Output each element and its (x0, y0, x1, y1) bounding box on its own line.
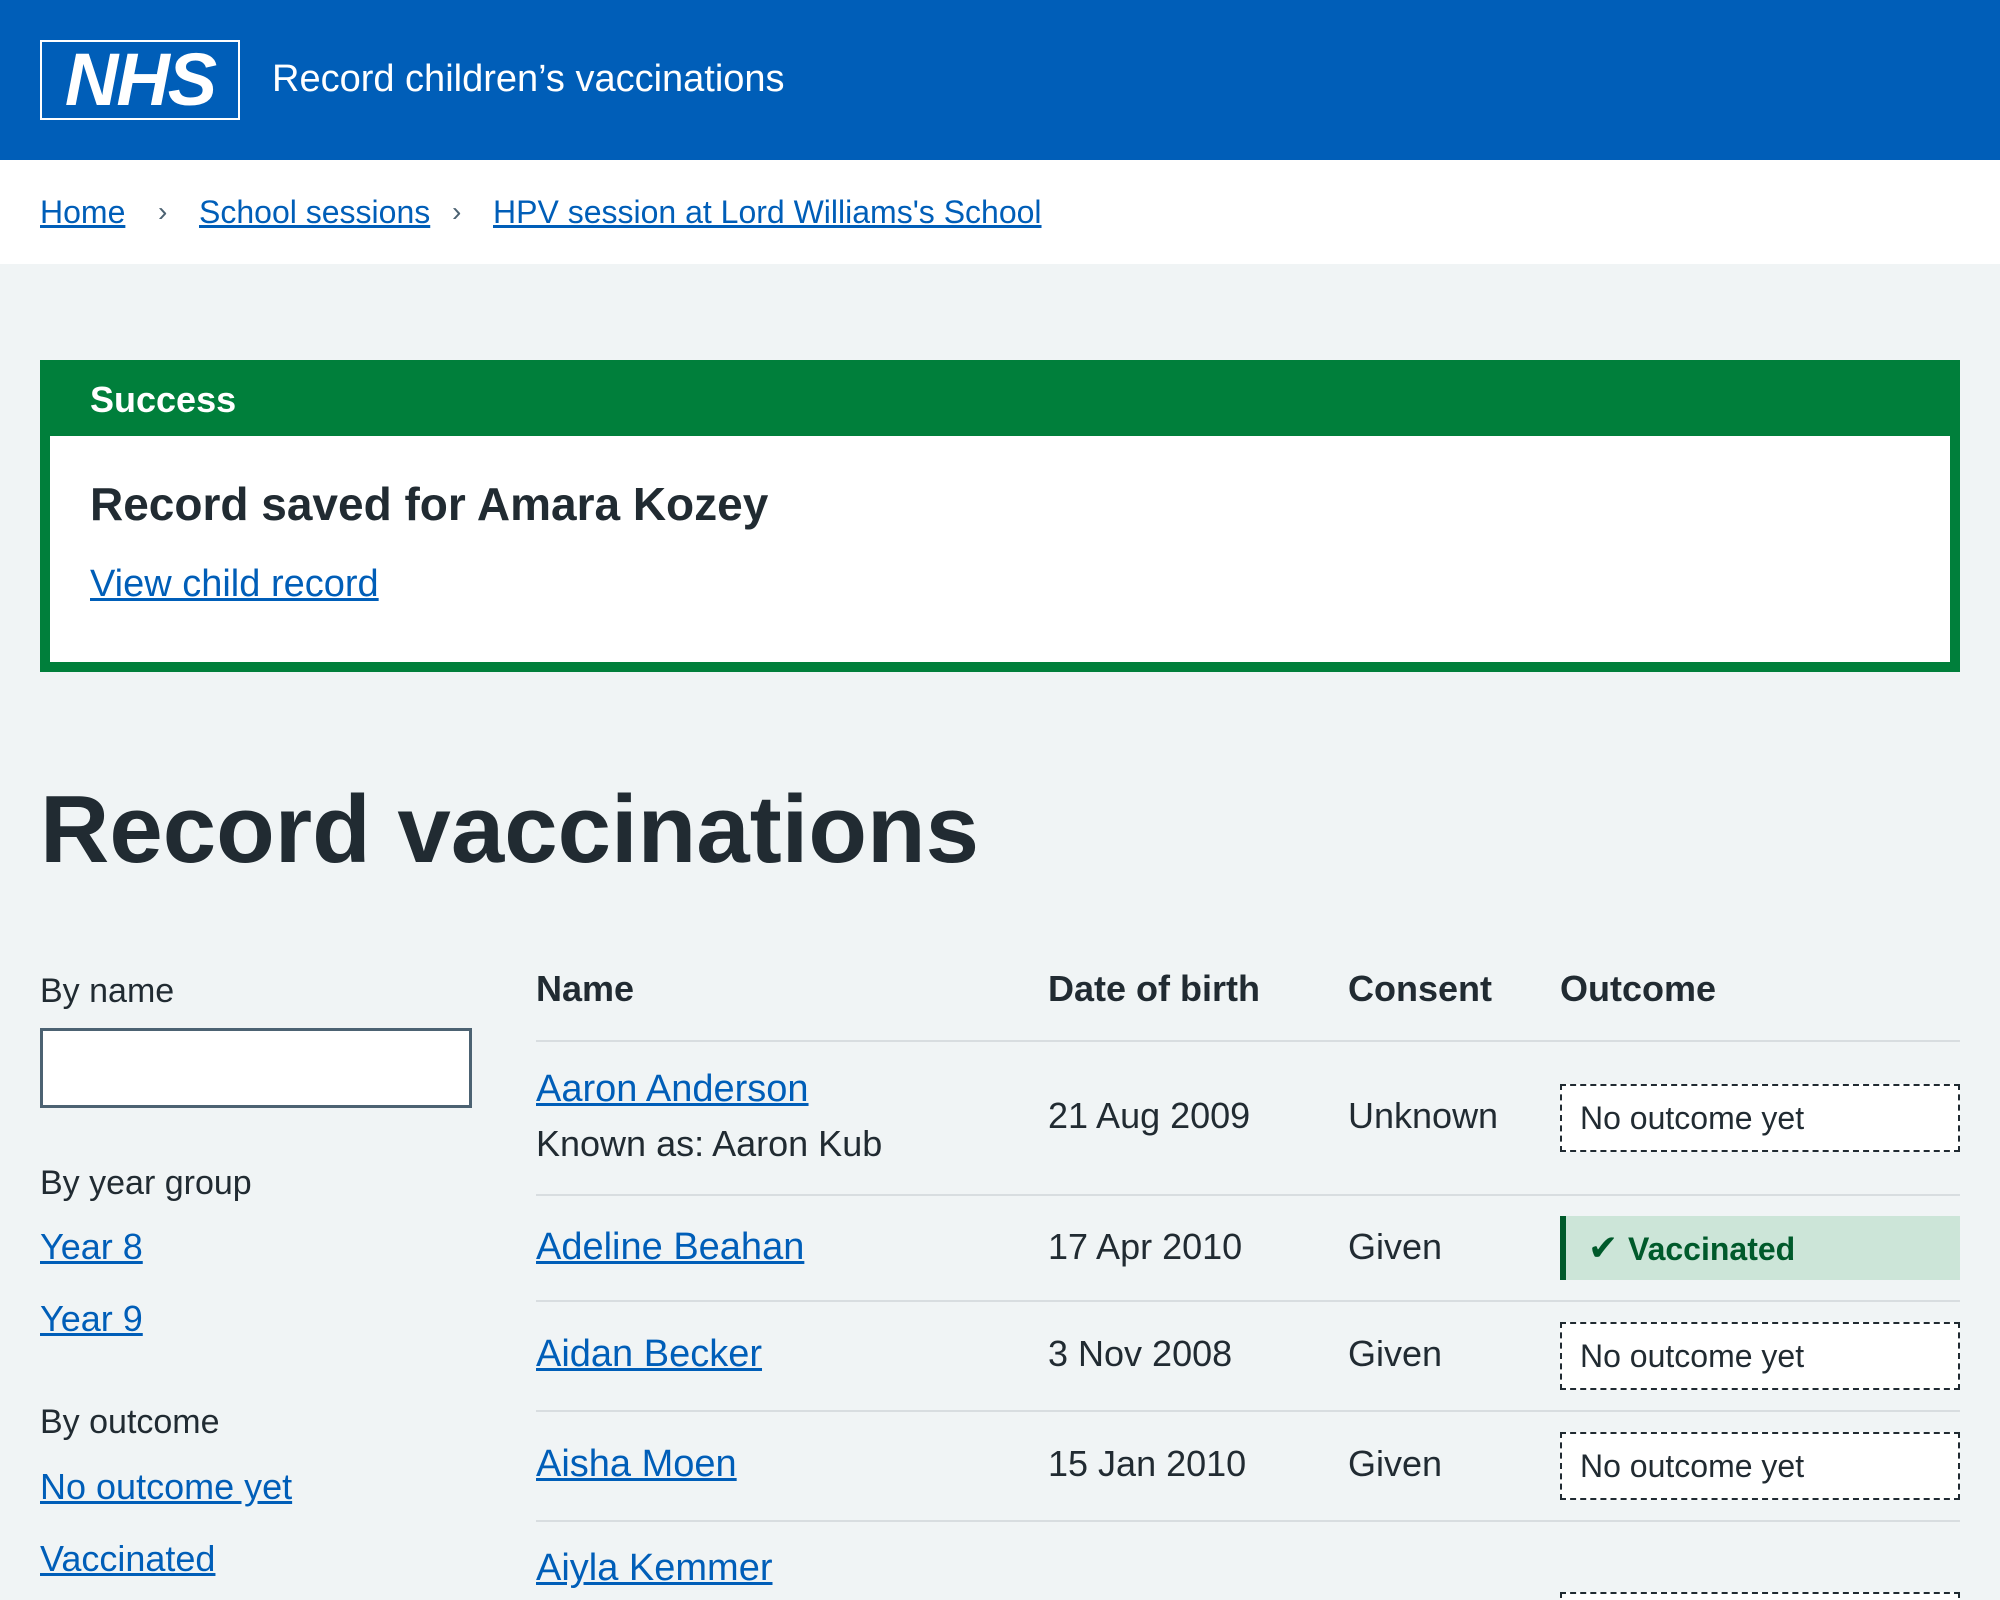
child-name-link[interactable]: Adeline Beahan (536, 1224, 804, 1270)
date-of-birth-cell: 21 Aug 2009 (1048, 1095, 1251, 1136)
vaccinated-tag: ✔ Vaccinated (1560, 1216, 1960, 1280)
breadcrumb-school-sessions[interactable]: School sessions (199, 192, 430, 232)
column-header-name: Name (536, 968, 635, 1009)
banner-heading: Record saved for Amara Kozey (90, 478, 769, 530)
child-name-link[interactable]: Aaron Anderson (536, 1066, 809, 1112)
date-of-birth-cell: 3 Nov 2008 (1048, 1333, 1233, 1374)
page-title: Record vaccinations (40, 776, 979, 883)
breadcrumb: Home › School sessions › HPV session at … (0, 160, 2000, 264)
no-outcome-tag: No outcome yet (1560, 1322, 1960, 1390)
column-header-outcome: Outcome (1560, 968, 1717, 1009)
date-of-birth-cell: 17 Apr 2010 (1048, 1226, 1243, 1267)
chevron-right-icon: › (452, 196, 462, 227)
by-name-label: By name (40, 972, 175, 1010)
table-divider (536, 1194, 1960, 1196)
nhs-logo[interactable]: NHS (40, 40, 240, 120)
table-divider (536, 1040, 1960, 1042)
name-search-input[interactable] (40, 1028, 472, 1108)
consent-cell: Unknown (1348, 1095, 1499, 1136)
date-of-birth-cell: 15 Jan 2010 (1048, 1443, 1247, 1484)
success-banner: Success Record saved for Amara Kozey Vie… (40, 360, 1960, 672)
no-outcome-tag: No outcome yet (1560, 1432, 1960, 1500)
service-name[interactable]: Record children’s vaccinations (272, 56, 785, 102)
table-divider (536, 1410, 1960, 1412)
by-year-group-label: By year group (40, 1164, 252, 1202)
known-as-text: Known as: Aaron Kub (536, 1123, 883, 1164)
no-outcome-tag (1560, 1592, 1960, 1600)
by-outcome-label: By outcome (40, 1403, 220, 1441)
table-divider (536, 1520, 1960, 1522)
child-name-link[interactable]: Aidan Becker (536, 1331, 762, 1377)
breadcrumb-home[interactable]: Home (40, 192, 125, 232)
vaccinated-tag-label: Vaccinated (1628, 1231, 1796, 1267)
banner-body: Record saved for Amara Kozey View child … (50, 436, 1950, 662)
child-name-link[interactable]: Aiyla Kemmer (536, 1545, 773, 1591)
consent-cell: Given (1348, 1443, 1443, 1484)
nhs-logo-text: NHS (42, 42, 238, 118)
filter-no-outcome-link[interactable]: No outcome yet (40, 1465, 292, 1509)
breadcrumb-hpv-session[interactable]: HPV session at Lord Williams's School (493, 192, 1042, 232)
column-header-date-of-birth: Date of birth (1048, 968, 1260, 1009)
column-header-consent: Consent (1348, 968, 1492, 1009)
chevron-right-icon: › (158, 196, 168, 227)
no-outcome-tag: No outcome yet (1560, 1084, 1960, 1152)
filter-year-9-link[interactable]: Year 9 (40, 1297, 143, 1341)
view-child-record-link[interactable]: View child record (90, 561, 379, 607)
filter-vaccinated-link[interactable]: Vaccinated (40, 1537, 215, 1581)
consent-cell: Given (1348, 1333, 1443, 1374)
child-name-link[interactable]: Aisha Moen (536, 1441, 737, 1487)
banner-title: Success (90, 379, 237, 420)
checkmark-icon: ✔ (1588, 1227, 1619, 1268)
site-header: NHS Record children’s vaccinations (0, 0, 2000, 160)
consent-cell: Given (1348, 1226, 1443, 1267)
table-divider (536, 1300, 1960, 1302)
filter-year-8-link[interactable]: Year 8 (40, 1225, 143, 1269)
